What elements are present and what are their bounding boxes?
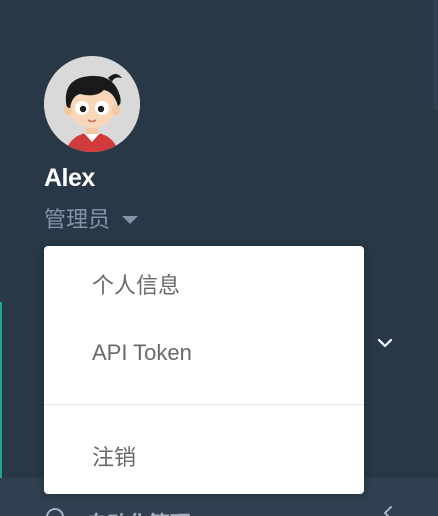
menu-item-api-token[interactable]: API Token xyxy=(92,340,192,366)
chevron-left-icon xyxy=(383,506,392,516)
chevron-down-icon[interactable] xyxy=(375,333,395,353)
sidebar-edge xyxy=(433,0,438,110)
role-dropdown-toggle[interactable]: 管理员 xyxy=(44,202,139,234)
user-name: Alex xyxy=(44,164,95,192)
sidebar: Alex 管理员 自动化管理 个人信息 API Token 注销 xyxy=(0,0,438,516)
nav-item-label: 自动化管理 xyxy=(86,508,191,516)
user-role: 管理员 xyxy=(44,208,111,233)
caret-down-icon xyxy=(122,215,139,224)
circle-icon xyxy=(46,508,64,516)
avatar-image xyxy=(44,56,140,152)
menu-item-profile[interactable]: 个人信息 xyxy=(92,268,180,300)
active-nav-indicator xyxy=(0,302,2,478)
menu-item-logout[interactable]: 注销 xyxy=(92,440,136,472)
avatar[interactable] xyxy=(44,56,140,152)
user-dropdown-menu: 个人信息 API Token 注销 xyxy=(44,246,364,494)
menu-divider xyxy=(44,404,364,405)
